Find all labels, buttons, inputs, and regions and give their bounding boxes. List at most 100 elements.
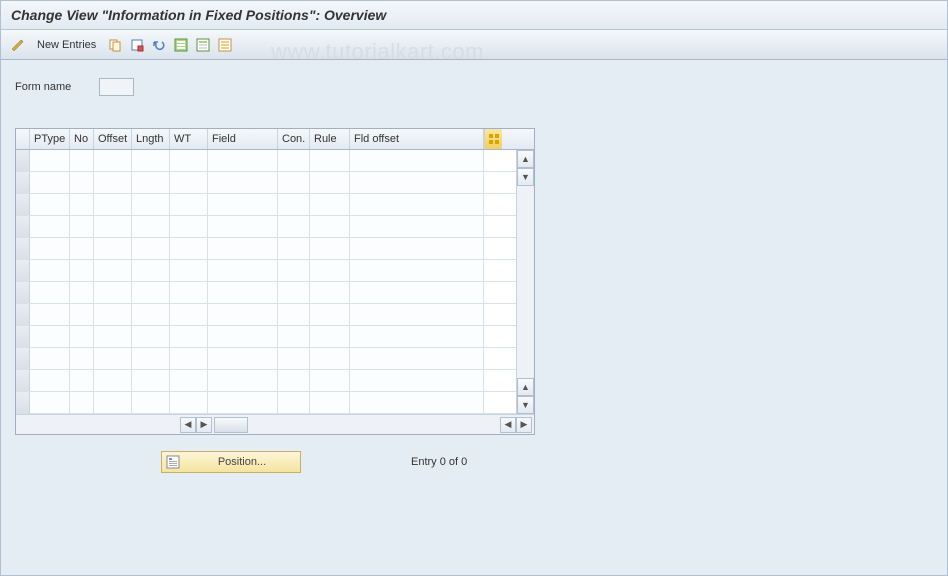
grid-cell[interactable] [30,238,70,259]
grid-cell[interactable] [278,282,310,303]
row-selector[interactable] [16,260,30,281]
grid-cell[interactable] [132,194,170,215]
grid-cell[interactable] [132,150,170,171]
grid-cell[interactable] [132,326,170,347]
grid-col-offset[interactable]: Offset [94,129,132,149]
grid-cell[interactable] [350,304,484,325]
grid-cell[interactable] [278,348,310,369]
grid-cell[interactable] [70,150,94,171]
deselect-all-icon[interactable] [216,36,234,54]
grid-cell[interactable] [278,326,310,347]
grid-cell[interactable] [94,216,132,237]
grid-cell[interactable] [170,150,208,171]
toggle-display-icon[interactable] [9,36,27,54]
grid-cell[interactable] [170,392,208,413]
grid-cell[interactable] [208,326,278,347]
grid-cell[interactable] [94,348,132,369]
grid-cell[interactable] [132,172,170,193]
grid-cell[interactable] [278,216,310,237]
grid-cell[interactable] [278,172,310,193]
grid-cell[interactable] [208,216,278,237]
scroll-left-end-icon[interactable]: ◀ [500,417,516,433]
delete-icon[interactable] [128,36,146,54]
grid-cell[interactable] [94,326,132,347]
grid-cell[interactable] [132,304,170,325]
grid-cell[interactable] [132,348,170,369]
grid-cell[interactable] [310,348,350,369]
grid-cell[interactable] [94,282,132,303]
grid-cell[interactable] [350,150,484,171]
grid-cell[interactable] [278,194,310,215]
grid-cell[interactable] [70,260,94,281]
grid-cell[interactable] [94,392,132,413]
grid-cell[interactable] [310,326,350,347]
grid-cell[interactable] [350,326,484,347]
grid-cell[interactable] [70,326,94,347]
row-selector[interactable] [16,194,30,215]
scroll-left-icon[interactable]: ◀ [180,417,196,433]
grid-cell[interactable] [278,392,310,413]
grid-col-lngth[interactable]: Lngth [132,129,170,149]
grid-cell[interactable] [170,304,208,325]
scroll-right-icon[interactable]: ▶ [196,417,212,433]
grid-cell[interactable] [94,172,132,193]
grid-cell[interactable] [310,194,350,215]
grid-cell[interactable] [310,304,350,325]
grid-cell[interactable] [310,216,350,237]
row-selector[interactable] [16,370,30,391]
grid-cell[interactable] [350,260,484,281]
grid-cell[interactable] [70,348,94,369]
grid-cell[interactable] [208,238,278,259]
scroll-up-icon[interactable]: ▲ [517,150,534,168]
grid-cell[interactable] [208,172,278,193]
grid-cell[interactable] [30,326,70,347]
grid-cell[interactable] [30,216,70,237]
grid-cell[interactable] [94,194,132,215]
grid-cell[interactable] [170,282,208,303]
grid-cell[interactable] [70,194,94,215]
row-selector[interactable] [16,304,30,325]
scroll-thumb[interactable] [214,417,248,433]
row-selector[interactable] [16,392,30,413]
grid-cell[interactable] [30,172,70,193]
row-selector[interactable] [16,150,30,171]
grid-cell[interactable] [30,348,70,369]
grid-cell[interactable] [70,282,94,303]
grid-cell[interactable] [208,282,278,303]
grid-cell[interactable] [70,238,94,259]
grid-cell[interactable] [170,238,208,259]
grid-cell[interactable] [170,326,208,347]
form-name-input[interactable] [99,78,134,96]
grid-cell[interactable] [208,194,278,215]
grid-cell[interactable] [350,392,484,413]
select-all-icon[interactable] [172,36,190,54]
row-selector[interactable] [16,216,30,237]
grid-cell[interactable] [350,194,484,215]
grid-cell[interactable] [208,392,278,413]
grid-cell[interactable] [70,216,94,237]
grid-cell[interactable] [132,392,170,413]
grid-select-all[interactable] [16,129,30,149]
grid-cell[interactable] [208,304,278,325]
grid-cell[interactable] [70,370,94,391]
grid-col-wt[interactable]: WT [170,129,208,149]
grid-cell[interactable] [350,370,484,391]
grid-cell[interactable] [132,238,170,259]
grid-cell[interactable] [170,370,208,391]
scroll-step-up-icon[interactable]: ▲ [517,378,534,396]
grid-cell[interactable] [278,304,310,325]
grid-cell[interactable] [350,348,484,369]
grid-cell[interactable] [350,282,484,303]
grid-cell[interactable] [30,282,70,303]
grid-cell[interactable] [132,216,170,237]
grid-cell[interactable] [30,304,70,325]
grid-cell[interactable] [170,348,208,369]
scroll-step-down-icon[interactable]: ▼ [517,168,534,186]
scroll-down-icon[interactable]: ▼ [517,396,534,414]
grid-cell[interactable] [350,216,484,237]
grid-cell[interactable] [94,150,132,171]
grid-cell[interactable] [94,304,132,325]
scroll-right-end-icon[interactable]: ▶ [516,417,532,433]
grid-cell[interactable] [278,150,310,171]
grid-cell[interactable] [170,260,208,281]
